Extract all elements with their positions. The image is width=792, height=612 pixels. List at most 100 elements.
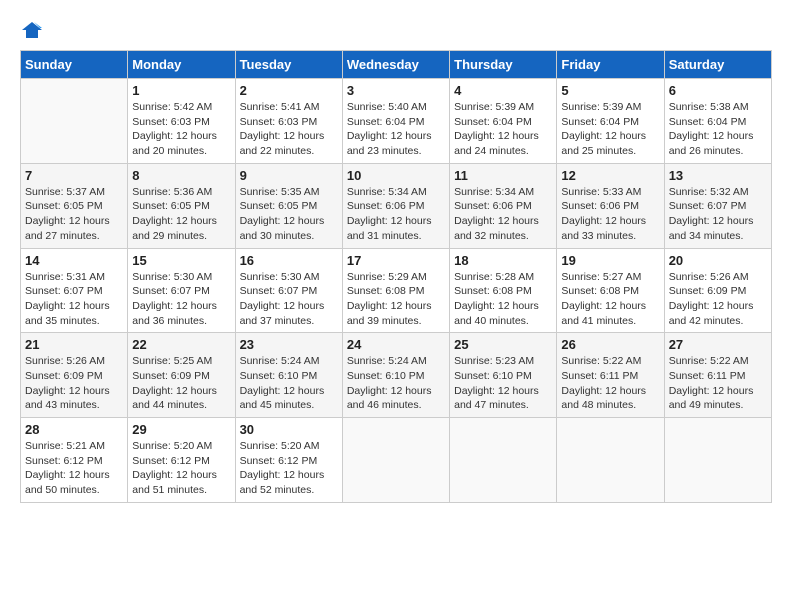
day-number: 13 xyxy=(669,168,767,183)
calendar-cell: 13 Sunrise: 5:32 AMSunset: 6:07 PMDayligh… xyxy=(664,163,771,248)
day-number: 19 xyxy=(561,253,659,268)
day-info: Sunrise: 5:30 AMSunset: 6:07 PMDaylight:… xyxy=(240,270,338,329)
day-info: Sunrise: 5:35 AMSunset: 6:05 PMDaylight:… xyxy=(240,185,338,244)
day-info: Sunrise: 5:42 AMSunset: 6:03 PMDaylight:… xyxy=(132,100,230,159)
calendar-cell: 17Sunrise: 5:29 AMSunset: 6:08 PMDayligh… xyxy=(342,248,449,333)
calendar-cell: 18 Sunrise: 5:28 AMSunset: 6:08 PMDayligh… xyxy=(450,248,557,333)
day-number: 21 xyxy=(25,337,123,352)
week-row-1: 1 Sunrise: 5:42 AMSunset: 6:03 PMDaylight… xyxy=(21,79,772,164)
day-number: 14 xyxy=(25,253,123,268)
day-number: 1 xyxy=(132,83,230,98)
calendar-cell xyxy=(450,418,557,503)
day-info: Sunrise: 5:39 AMSunset: 6:04 PMDaylight:… xyxy=(454,100,552,159)
day-number: 27 xyxy=(669,337,767,352)
calendar-cell: 11Sunrise: 5:34 AMSunset: 6:06 PMDayligh… xyxy=(450,163,557,248)
day-info: Sunrise: 5:26 AMSunset: 6:09 PMDaylight:… xyxy=(669,270,767,329)
day-info: Sunrise: 5:40 AMSunset: 6:04 PMDaylight:… xyxy=(347,100,445,159)
day-number: 17 xyxy=(347,253,445,268)
day-number: 7 xyxy=(25,168,123,183)
column-header-sunday: Sunday xyxy=(21,51,128,79)
day-number: 23 xyxy=(240,337,338,352)
day-info: Sunrise: 5:37 AMSunset: 6:05 PMDaylight:… xyxy=(25,185,123,244)
column-header-saturday: Saturday xyxy=(664,51,771,79)
day-number: 28 xyxy=(25,422,123,437)
calendar-cell xyxy=(342,418,449,503)
column-header-friday: Friday xyxy=(557,51,664,79)
column-header-thursday: Thursday xyxy=(450,51,557,79)
day-number: 9 xyxy=(240,168,338,183)
calendar-cell: 10 Sunrise: 5:34 AMSunset: 6:06 PMDayligh… xyxy=(342,163,449,248)
calendar-cell xyxy=(557,418,664,503)
week-row-3: 14 Sunrise: 5:31 AMSunset: 6:07 PMDayligh… xyxy=(21,248,772,333)
calendar-cell: 28Sunrise: 5:21 AMSunset: 6:12 PMDayligh… xyxy=(21,418,128,503)
calendar-cell: 20 Sunrise: 5:26 AMSunset: 6:09 PMDayligh… xyxy=(664,248,771,333)
calendar-cell: 9 Sunrise: 5:35 AMSunset: 6:05 PMDaylight… xyxy=(235,163,342,248)
day-number: 25 xyxy=(454,337,552,352)
day-number: 8 xyxy=(132,168,230,183)
day-number: 20 xyxy=(669,253,767,268)
calendar-cell: 4 Sunrise: 5:39 AMSunset: 6:04 PMDaylight… xyxy=(450,79,557,164)
logo-icon xyxy=(20,20,44,40)
calendar-cell: 16 Sunrise: 5:30 AMSunset: 6:07 PMDayligh… xyxy=(235,248,342,333)
calendar-cell: 29 Sunrise: 5:20 AMSunset: 6:12 PMDayligh… xyxy=(128,418,235,503)
day-info: Sunrise: 5:39 AMSunset: 6:04 PMDaylight:… xyxy=(561,100,659,159)
day-info: Sunrise: 5:31 AMSunset: 6:07 PMDaylight:… xyxy=(25,270,123,329)
day-info: Sunrise: 5:28 AMSunset: 6:08 PMDaylight:… xyxy=(454,270,552,329)
day-info: Sunrise: 5:30 AMSunset: 6:07 PMDaylight:… xyxy=(132,270,230,329)
calendar-cell: 1 Sunrise: 5:42 AMSunset: 6:03 PMDaylight… xyxy=(128,79,235,164)
day-number: 24 xyxy=(347,337,445,352)
day-number: 16 xyxy=(240,253,338,268)
calendar-cell: 6Sunrise: 5:38 AMSunset: 6:04 PMDaylight… xyxy=(664,79,771,164)
page-header xyxy=(20,20,772,40)
day-info: Sunrise: 5:22 AMSunset: 6:11 PMDaylight:… xyxy=(561,354,659,413)
calendar-cell: 22 Sunrise: 5:25 AMSunset: 6:09 PMDayligh… xyxy=(128,333,235,418)
calendar-cell: 27 Sunrise: 5:22 AMSunset: 6:11 PMDayligh… xyxy=(664,333,771,418)
calendar-table: SundayMondayTuesdayWednesdayThursdayFrid… xyxy=(20,50,772,503)
day-info: Sunrise: 5:38 AMSunset: 6:04 PMDaylight:… xyxy=(669,100,767,159)
day-info: Sunrise: 5:25 AMSunset: 6:09 PMDaylight:… xyxy=(132,354,230,413)
calendar-cell: 5Sunrise: 5:39 AMSunset: 6:04 PMDaylight… xyxy=(557,79,664,164)
day-info: Sunrise: 5:22 AMSunset: 6:11 PMDaylight:… xyxy=(669,354,767,413)
day-number: 12 xyxy=(561,168,659,183)
calendar-cell: 24 Sunrise: 5:24 AMSunset: 6:10 PMDayligh… xyxy=(342,333,449,418)
calendar-cell: 30Sunrise: 5:20 AMSunset: 6:12 PMDayligh… xyxy=(235,418,342,503)
day-number: 4 xyxy=(454,83,552,98)
day-info: Sunrise: 5:32 AMSunset: 6:07 PMDaylight:… xyxy=(669,185,767,244)
calendar-cell: 7 Sunrise: 5:37 AMSunset: 6:05 PMDaylight… xyxy=(21,163,128,248)
calendar-cell: 2 Sunrise: 5:41 AMSunset: 6:03 PMDaylight… xyxy=(235,79,342,164)
day-number: 29 xyxy=(132,422,230,437)
calendar-cell: 26 Sunrise: 5:22 AMSunset: 6:11 PMDayligh… xyxy=(557,333,664,418)
calendar-cell: 8 Sunrise: 5:36 AMSunset: 6:05 PMDaylight… xyxy=(128,163,235,248)
calendar-cell: 23Sunrise: 5:24 AMSunset: 6:10 PMDayligh… xyxy=(235,333,342,418)
calendar-cell: 12 Sunrise: 5:33 AMSunset: 6:06 PMDayligh… xyxy=(557,163,664,248)
header-row: SundayMondayTuesdayWednesdayThursdayFrid… xyxy=(21,51,772,79)
day-info: Sunrise: 5:27 AMSunset: 6:08 PMDaylight:… xyxy=(561,270,659,329)
day-info: Sunrise: 5:34 AMSunset: 6:06 PMDaylight:… xyxy=(347,185,445,244)
calendar-cell: 21 Sunrise: 5:26 AMSunset: 6:09 PMDayligh… xyxy=(21,333,128,418)
day-info: Sunrise: 5:20 AMSunset: 6:12 PMDaylight:… xyxy=(240,439,338,498)
calendar-cell: 15 Sunrise: 5:30 AMSunset: 6:07 PMDayligh… xyxy=(128,248,235,333)
day-info: Sunrise: 5:24 AMSunset: 6:10 PMDaylight:… xyxy=(347,354,445,413)
calendar-cell: 19 Sunrise: 5:27 AMSunset: 6:08 PMDayligh… xyxy=(557,248,664,333)
week-row-4: 21 Sunrise: 5:26 AMSunset: 6:09 PMDayligh… xyxy=(21,333,772,418)
day-info: Sunrise: 5:23 AMSunset: 6:10 PMDaylight:… xyxy=(454,354,552,413)
day-number: 2 xyxy=(240,83,338,98)
day-info: Sunrise: 5:20 AMSunset: 6:12 PMDaylight:… xyxy=(132,439,230,498)
day-info: Sunrise: 5:36 AMSunset: 6:05 PMDaylight:… xyxy=(132,185,230,244)
calendar-cell: 3 Sunrise: 5:40 AMSunset: 6:04 PMDaylight… xyxy=(342,79,449,164)
day-info: Sunrise: 5:41 AMSunset: 6:03 PMDaylight:… xyxy=(240,100,338,159)
calendar-cell: 25 Sunrise: 5:23 AMSunset: 6:10 PMDayligh… xyxy=(450,333,557,418)
calendar-cell: 14 Sunrise: 5:31 AMSunset: 6:07 PMDayligh… xyxy=(21,248,128,333)
column-header-wednesday: Wednesday xyxy=(342,51,449,79)
day-number: 26 xyxy=(561,337,659,352)
day-number: 15 xyxy=(132,253,230,268)
day-number: 18 xyxy=(454,253,552,268)
week-row-5: 28Sunrise: 5:21 AMSunset: 6:12 PMDayligh… xyxy=(21,418,772,503)
calendar-cell xyxy=(21,79,128,164)
calendar-cell xyxy=(664,418,771,503)
day-info: Sunrise: 5:33 AMSunset: 6:06 PMDaylight:… xyxy=(561,185,659,244)
day-number: 3 xyxy=(347,83,445,98)
day-info: Sunrise: 5:26 AMSunset: 6:09 PMDaylight:… xyxy=(25,354,123,413)
day-number: 10 xyxy=(347,168,445,183)
day-number: 22 xyxy=(132,337,230,352)
